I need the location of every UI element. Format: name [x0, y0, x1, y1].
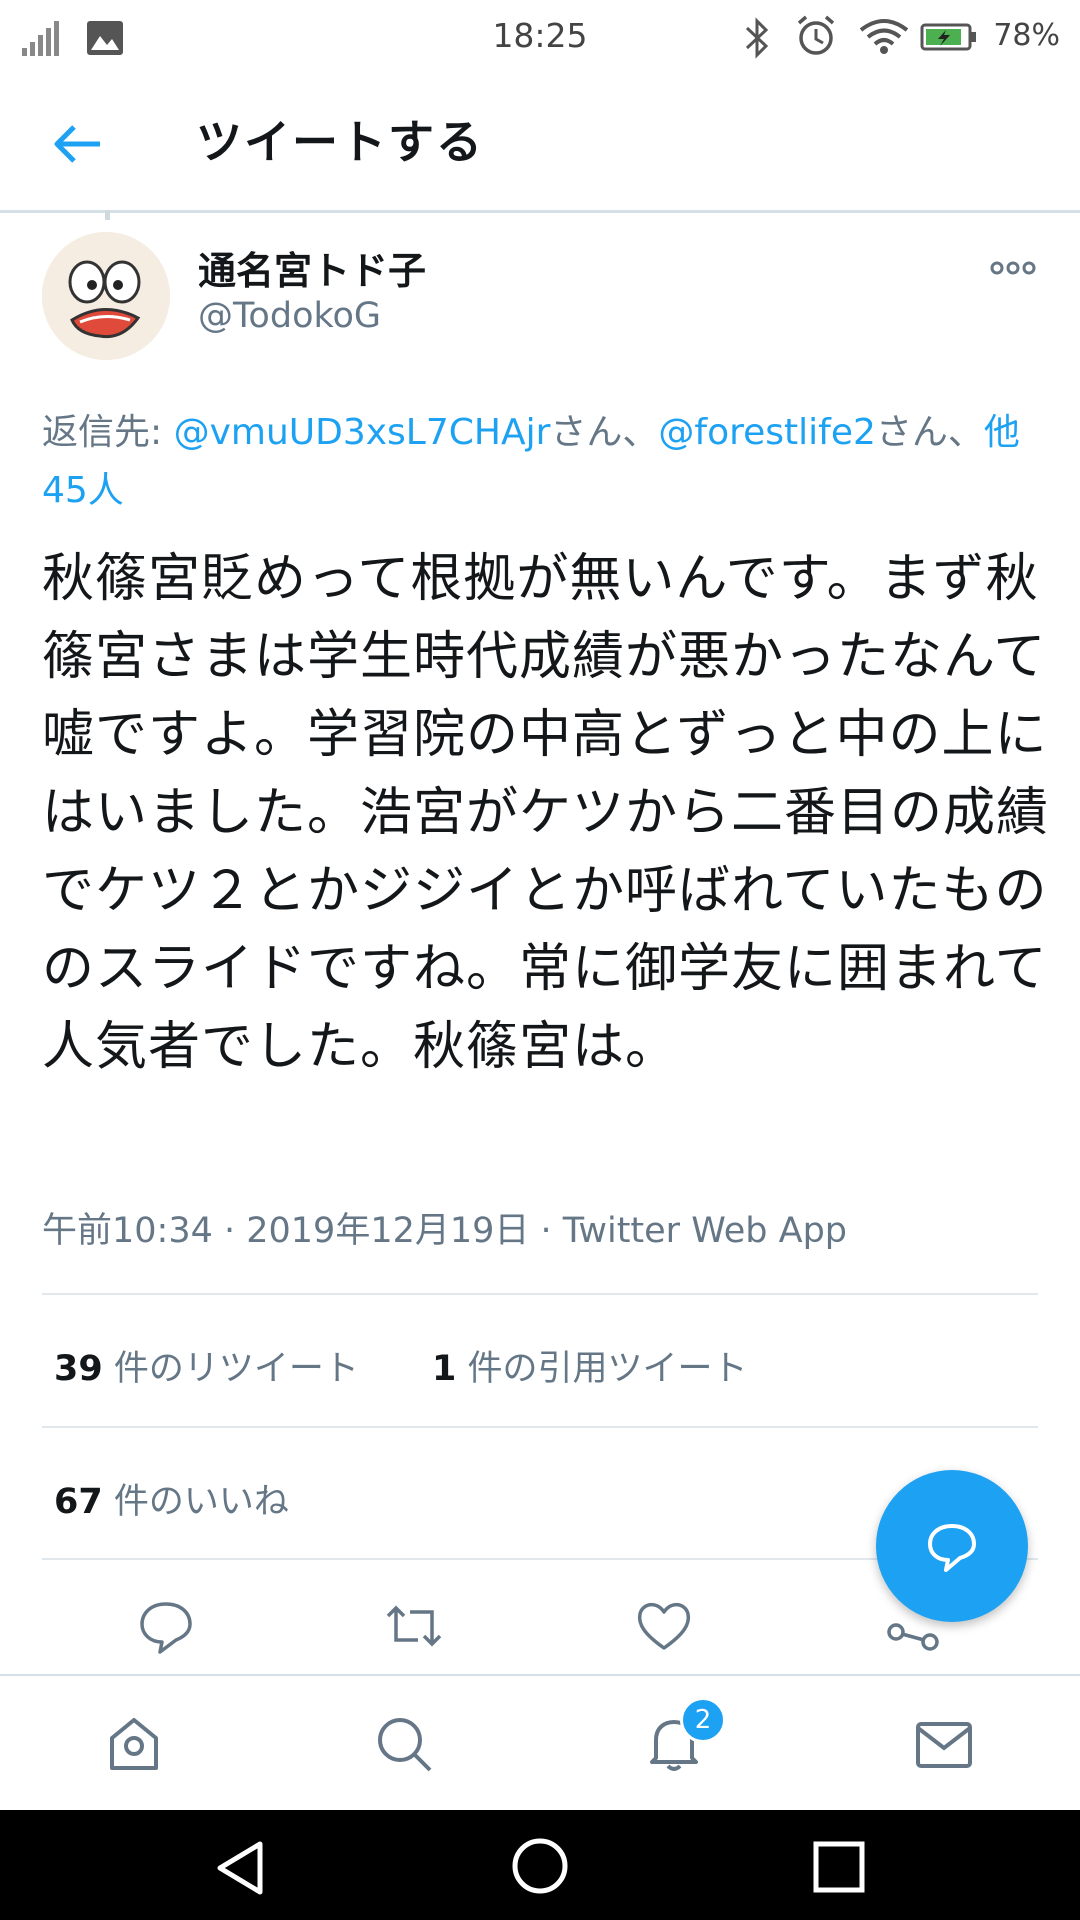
compose-reply-button[interactable]	[876, 1470, 1028, 1622]
nav-back-icon[interactable]	[212, 1838, 268, 1898]
retweets-stat[interactable]: 39 件のリツイート	[54, 1340, 359, 1391]
system-nav-bar	[0, 1810, 1080, 1920]
likes-label: 件のいいね	[102, 1482, 289, 1522]
battery-percent: 78%	[993, 18, 1060, 53]
status-bar: 18:25 78%	[0, 0, 1080, 76]
retweets-count: 39	[54, 1349, 103, 1389]
page-title: ツイートする	[196, 115, 484, 169]
avatar[interactable]	[42, 232, 170, 360]
thread-connector	[105, 210, 110, 220]
nav-home-icon[interactable]	[510, 1836, 570, 1896]
tweet-text: 秋篠宮貶めって根拠が無いんです。まず秋篠宮さまは学生時代成績が悪かったなんて嘘で…	[42, 549, 1050, 1077]
likes-stat[interactable]: 67 件のいいね	[54, 1473, 289, 1524]
reply-context: 返信先: @vmuUD3xsL7CHAjrさん、@forestlife2さん、他…	[42, 404, 1042, 520]
quotes-stat[interactable]: 1 件の引用ツイート	[432, 1340, 748, 1391]
reply-icon[interactable]	[136, 1596, 196, 1656]
reply-separator: さん、	[875, 412, 984, 453]
author-handle[interactable]: @TodokoG	[198, 296, 381, 336]
search-icon[interactable]	[372, 1712, 436, 1776]
retweets-label: 件のリツイート	[102, 1349, 359, 1389]
wifi-icon	[859, 19, 909, 54]
more-options-icon[interactable]	[990, 258, 1036, 278]
reply-separator: さん、	[550, 412, 659, 453]
nav-recents-icon[interactable]	[812, 1840, 866, 1894]
like-icon[interactable]	[634, 1596, 694, 1656]
home-icon[interactable]	[102, 1712, 166, 1776]
tweet-timestamp: 午前10:34 · 2019年12月19日 · Twitter Web App	[42, 1211, 848, 1251]
status-time: 18:25	[492, 16, 588, 55]
messages-icon[interactable]	[912, 1712, 976, 1776]
alarm-icon	[797, 15, 835, 55]
avatar-image	[42, 232, 170, 360]
likes-count: 67	[54, 1482, 103, 1522]
reply-user-link[interactable]: @forestlife2	[658, 412, 875, 453]
bottom-tab-bar	[0, 1676, 1080, 1810]
reply-user-link[interactable]: @vmuUD3xsL7CHAjr	[174, 412, 551, 453]
retweet-icon[interactable]	[384, 1596, 444, 1656]
back-arrow-icon[interactable]	[40, 112, 112, 176]
reply-bubble-icon	[928, 1524, 976, 1572]
notification-badge: 2	[680, 1697, 726, 1743]
battery-icon	[920, 23, 976, 51]
top-app-bar: ツイートする	[0, 76, 1080, 213]
bluetooth-icon	[745, 17, 769, 59]
quotes-count: 1	[432, 1349, 457, 1389]
divider	[42, 1293, 1038, 1295]
reply-prefix: 返信先:	[42, 412, 174, 453]
quotes-label: 件の引用ツイート	[456, 1349, 748, 1389]
author-name[interactable]: 通名宮トド子	[198, 240, 426, 295]
divider	[42, 1426, 1038, 1428]
